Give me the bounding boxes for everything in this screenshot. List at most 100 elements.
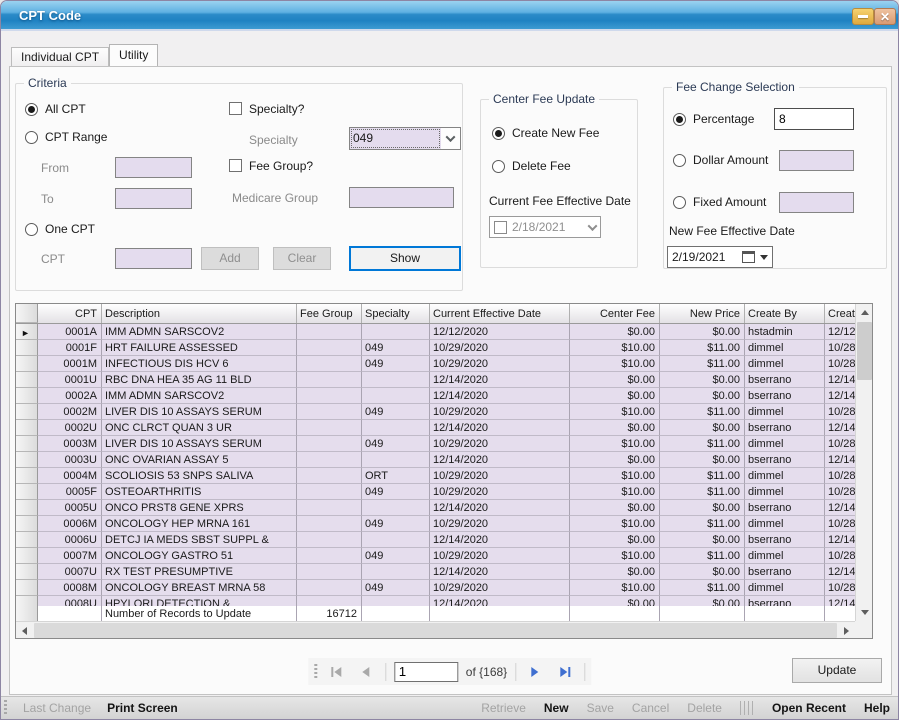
grid-cell[interactable]: $11.00 — [660, 356, 745, 372]
grid-cell[interactable]: ONCO PRST8 GENE XPRS — [102, 500, 297, 516]
grid-cell[interactable]: bserrano — [745, 532, 825, 548]
vertical-scrollbar[interactable] — [855, 304, 872, 621]
row-selector[interactable] — [16, 516, 38, 532]
row-selector[interactable] — [16, 548, 38, 564]
grid-cell[interactable]: 10/28/ — [825, 516, 857, 532]
row-selector[interactable] — [16, 404, 38, 420]
grid-cell[interactable]: 049 — [362, 340, 430, 356]
grid-cell[interactable] — [297, 580, 362, 596]
grid-cell[interactable] — [362, 596, 430, 606]
column-header[interactable]: Center Fee — [570, 304, 660, 323]
specialty-select[interactable]: 049 — [349, 127, 461, 150]
table-row[interactable]: 0005FOSTEOARTHRITIS04910/29/2020$10.00$1… — [16, 484, 872, 500]
scroll-up-button[interactable] — [856, 304, 873, 321]
grid-cell[interactable]: 0001U — [38, 372, 102, 388]
fee-group-checkbox[interactable] — [229, 159, 242, 172]
grid-cell[interactable]: 12/14/2020 — [430, 500, 570, 516]
grid-cell[interactable]: 049 — [362, 580, 430, 596]
table-row[interactable]: 0007MONCOLOGY GASTRO 5104910/29/2020$10.… — [16, 548, 872, 564]
grid-cell[interactable]: 12/14/ — [825, 500, 857, 516]
grid-cell[interactable]: 12/14/2020 — [430, 388, 570, 404]
grid-cell[interactable]: 0005U — [38, 500, 102, 516]
grid-cell[interactable]: IMM ADMN SARSCOV2 — [102, 324, 297, 340]
dollar-amount-radio[interactable] — [673, 154, 686, 167]
grid-cell[interactable]: $0.00 — [570, 372, 660, 388]
statusbar-grip[interactable] — [4, 700, 7, 716]
grid-cell[interactable]: $10.00 — [570, 340, 660, 356]
grid-cell[interactable]: LIVER DIS 10 ASSAYS SERUM — [102, 436, 297, 452]
grid-cell[interactable]: DETCJ IA MEDS SBST SUPPL & — [102, 532, 297, 548]
grid-cell[interactable]: $10.00 — [570, 436, 660, 452]
grid-cell[interactable]: 10/29/2020 — [430, 484, 570, 500]
grid-cell[interactable] — [297, 356, 362, 372]
scroll-down-button[interactable] — [856, 604, 873, 621]
grid-cell[interactable]: 0001F — [38, 340, 102, 356]
specialty-checkbox[interactable] — [229, 102, 242, 115]
grid-cell[interactable]: dimmel — [745, 548, 825, 564]
grid-cell[interactable]: 10/29/2020 — [430, 340, 570, 356]
fixed-amount-radio[interactable] — [673, 196, 686, 209]
grid-cell[interactable]: HPYLORI DETECTION & — [102, 596, 297, 606]
grid-cell[interactable]: SCOLIOSIS 53 SNPS SALIVA — [102, 468, 297, 484]
cpt-input[interactable] — [115, 248, 192, 269]
close-button[interactable]: ✕ — [874, 8, 896, 25]
row-selector[interactable] — [16, 468, 38, 484]
last-page-button[interactable] — [554, 662, 576, 682]
one-cpt-radio[interactable] — [25, 223, 38, 236]
grid-cell[interactable]: 12/14/2020 — [430, 596, 570, 606]
column-header[interactable]: CPT — [38, 304, 102, 323]
delete-item[interactable]: Delete — [687, 701, 722, 715]
grid-cell[interactable]: 10/28/ — [825, 404, 857, 420]
grid-cell[interactable]: $0.00 — [570, 388, 660, 404]
grid-cell[interactable]: 12/14/ — [825, 564, 857, 580]
table-row[interactable]: 0001URBC DNA HEA 35 AG 11 BLD12/14/2020$… — [16, 372, 872, 388]
grid-cell[interactable]: 10/29/2020 — [430, 516, 570, 532]
grid-cell[interactable]: 12/14/ — [825, 420, 857, 436]
from-input[interactable] — [115, 157, 192, 178]
row-selector[interactable] — [16, 356, 38, 372]
grid-cell[interactable] — [362, 452, 430, 468]
grid-cell[interactable]: ONCOLOGY GASTRO 51 — [102, 548, 297, 564]
horizontal-scrollbar[interactable] — [16, 621, 855, 638]
grid-cell[interactable]: 10/29/2020 — [430, 436, 570, 452]
grid-cell[interactable]: IMM ADMN SARSCOV2 — [102, 388, 297, 404]
grid-cell[interactable]: bserrano — [745, 596, 825, 606]
row-selector[interactable] — [16, 372, 38, 388]
vertical-scroll-thumb[interactable] — [857, 322, 872, 380]
row-selector[interactable] — [16, 532, 38, 548]
grid-cell[interactable]: dimmel — [745, 404, 825, 420]
grid-cell[interactable]: $11.00 — [660, 516, 745, 532]
grid-cell[interactable]: dimmel — [745, 340, 825, 356]
grid-cell[interactable]: $0.00 — [660, 388, 745, 404]
grid-cell[interactable] — [297, 404, 362, 420]
row-selector[interactable] — [16, 388, 38, 404]
table-row[interactable]: 0003MLIVER DIS 10 ASSAYS SERUM04910/29/2… — [16, 436, 872, 452]
grid-cell[interactable]: $10.00 — [570, 404, 660, 420]
grid-cell[interactable]: 10/28/ — [825, 356, 857, 372]
grid-cell[interactable]: 10/28/ — [825, 468, 857, 484]
table-row[interactable]: 0004MSCOLIOSIS 53 SNPS SALIVAORT10/29/20… — [16, 468, 872, 484]
grid-cell[interactable]: ONC OVARIAN ASSAY 5 — [102, 452, 297, 468]
grid-cell[interactable]: 12/14/ — [825, 452, 857, 468]
grid-cell[interactable]: 049 — [362, 484, 430, 500]
grid-cell[interactable]: $0.00 — [570, 564, 660, 580]
row-selector[interactable] — [16, 420, 38, 436]
scroll-left-button[interactable] — [16, 622, 33, 639]
grid-cell[interactable] — [362, 324, 430, 340]
row-selector[interactable] — [16, 596, 38, 606]
grid-cell[interactable] — [297, 596, 362, 606]
grid-cell[interactable] — [297, 468, 362, 484]
show-button[interactable]: Show — [349, 246, 461, 271]
grid-cell[interactable]: 10/28/ — [825, 580, 857, 596]
row-selector[interactable] — [16, 436, 38, 452]
grid-cell[interactable]: 12/14/ — [825, 388, 857, 404]
grid-cell[interactable] — [297, 420, 362, 436]
column-header[interactable]: New Price — [660, 304, 745, 323]
grid-cell[interactable] — [297, 532, 362, 548]
grid-cell[interactable]: 10/28/ — [825, 548, 857, 564]
grid-cell[interactable]: 0002U — [38, 420, 102, 436]
grid-cell[interactable]: $10.00 — [570, 516, 660, 532]
grid-cell[interactable]: bserrano — [745, 420, 825, 436]
current-fee-date-picker[interactable]: 2/18/2021 — [489, 216, 601, 238]
grid-cell[interactable]: 0006M — [38, 516, 102, 532]
